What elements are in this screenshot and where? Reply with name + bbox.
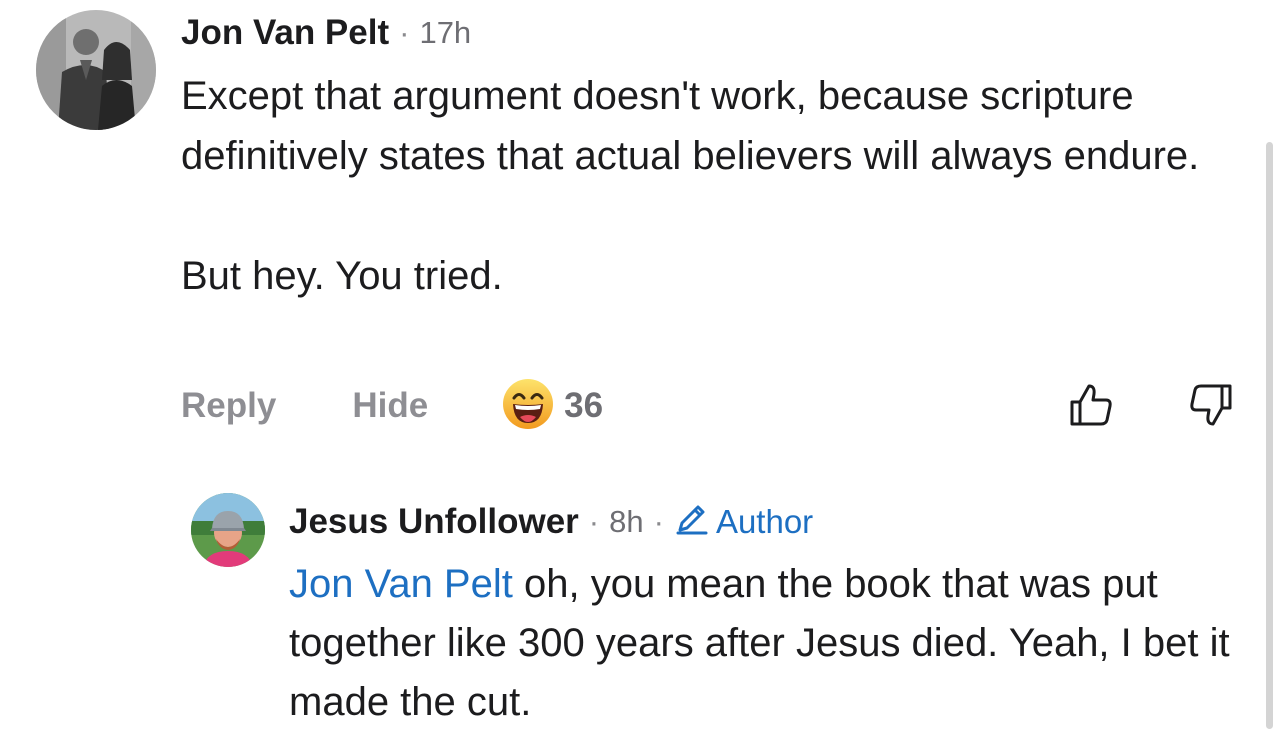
comment-header: Jon Van Pelt · 17h (181, 10, 471, 56)
separator-dot: · (399, 15, 410, 50)
reply-paragraph: Jon Van Pelt oh, you mean the book that … (289, 555, 1259, 729)
comment-actions: Reply Hide 36 (181, 378, 603, 434)
user-mention-link[interactable]: Jon Van Pelt (289, 562, 513, 606)
reply-timestamp: 8h (609, 504, 644, 539)
hide-button[interactable]: Hide (352, 386, 428, 426)
separator-dot: · (653, 504, 664, 539)
reply-header: Jesus Unfollower · 8h · Author (289, 499, 813, 545)
author-badge-label: Author (715, 503, 814, 540)
pencil-icon (674, 500, 716, 544)
scrollbar[interactable] (1266, 142, 1273, 729)
comment-timestamp: 17h (419, 15, 472, 50)
thumbs-up-icon[interactable] (1066, 380, 1116, 430)
reply-body: Jon Van Pelt oh, you mean the book that … (289, 555, 1259, 729)
comment-body: Except that argument doesn't work, becau… (181, 66, 1261, 306)
grinning-emoji-icon (502, 378, 554, 435)
comment-paragraph: But hey. You tried. (181, 254, 503, 298)
reply-button[interactable]: Reply (181, 386, 276, 426)
comment-author-name[interactable]: Jon Van Pelt (181, 13, 389, 53)
reply-author-name[interactable]: Jesus Unfollower (289, 502, 579, 542)
reaction-count: 36 (564, 386, 604, 425)
thumbs-down-icon[interactable] (1186, 380, 1236, 430)
comment-thread: Jon Van Pelt · 17h Except that argument … (0, 0, 1284, 729)
avatar[interactable] (191, 493, 265, 567)
comment-paragraph: Except that argument doesn't work, becau… (181, 74, 1200, 178)
reaction-summary[interactable]: 36 (502, 378, 603, 435)
avatar[interactable] (36, 10, 156, 130)
separator-dot: · (588, 504, 600, 539)
author-badge: Author (674, 500, 813, 544)
